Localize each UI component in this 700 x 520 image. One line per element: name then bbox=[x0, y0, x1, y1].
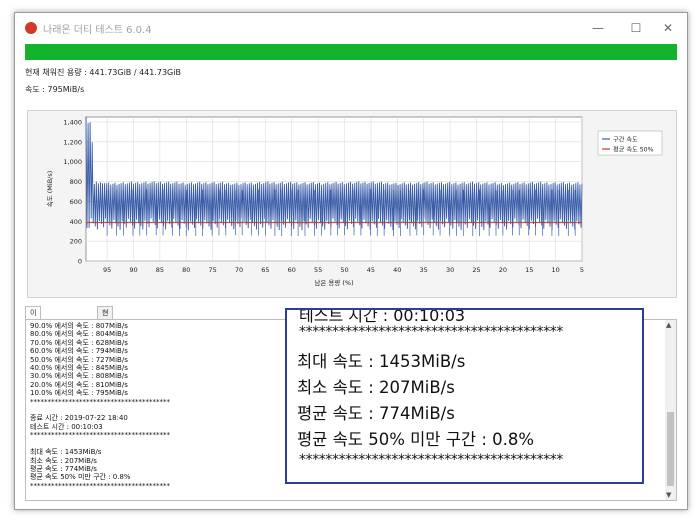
scroll-down-icon[interactable]: ▼ bbox=[666, 491, 671, 499]
scroll-thumb[interactable] bbox=[667, 412, 674, 486]
scroll-up-icon[interactable]: ▲ bbox=[666, 321, 671, 329]
log-line: 평균 속도 50% 미만 구간 : 0.8% bbox=[30, 473, 131, 482]
zoom-avg-speed: 평균 속도 : 774MiB/s bbox=[297, 404, 455, 423]
legend-label: 구간 속도 bbox=[613, 135, 638, 143]
x-tick-label: 5 bbox=[580, 266, 584, 274]
y-tick-label: 600 bbox=[70, 198, 82, 206]
y-tick-label: 800 bbox=[70, 178, 82, 186]
log-line: **************************************** bbox=[30, 431, 170, 440]
log-line: **************************************** bbox=[30, 397, 170, 406]
x-tick-label: 25 bbox=[472, 266, 480, 274]
log-line: 30.0% 에서의 속도 : 808MiB/s bbox=[30, 372, 128, 381]
y-tick-label: 0 bbox=[78, 258, 82, 266]
progress-fill bbox=[25, 44, 677, 60]
legend-label: 평균 속도 50% bbox=[613, 145, 654, 153]
x-tick-label: 50 bbox=[340, 266, 348, 274]
close-button[interactable]: ✕ bbox=[655, 17, 681, 39]
y-tick-label: 200 bbox=[70, 238, 82, 246]
x-tick-label: 70 bbox=[235, 266, 243, 274]
speed-chart-panel: 0 200 400 600 800 1,000 1,200 1,400 95 90 85 80 75 70… bbox=[27, 110, 677, 298]
log-line: 70.0% 에서의 속도 : 628MiB/s bbox=[30, 338, 128, 347]
x-tick-label: 80 bbox=[182, 266, 190, 274]
log-line: 20.0% 에서의 속도 : 810MiB/s bbox=[30, 380, 128, 389]
x-tick-label: 90 bbox=[129, 266, 137, 274]
y-tick-label: 400 bbox=[70, 218, 82, 226]
title-bar[interactable]: 나래온 더티 테스트 6.0.4 — ☐ ✕ bbox=[15, 13, 687, 43]
x-axis-label: 남은 용량 (%) bbox=[314, 278, 353, 287]
log-scrollbar[interactable]: ▲ ▼ bbox=[665, 320, 676, 500]
log-line: 10.0% 에서의 속도 : 795MiB/s bbox=[30, 389, 128, 398]
zoom-min-speed: 최소 속도 : 207MiB/s bbox=[297, 378, 455, 397]
log-line: 80.0% 에서의 속도 : 804MiB/s bbox=[30, 330, 128, 339]
zoomed-summary-overlay: 테스트 시간 : 00:10:03 **********************… bbox=[285, 308, 644, 484]
app-logo-icon bbox=[25, 22, 37, 34]
x-tick-label: 55 bbox=[314, 266, 322, 274]
x-tick-label: 40 bbox=[393, 266, 401, 274]
speed-chart: 0 200 400 600 800 1,000 1,200 1,400 95 90 85 80 75 70… bbox=[46, 116, 663, 287]
y-tick-label: 1,200 bbox=[63, 138, 82, 146]
x-tick-label: 60 bbox=[288, 266, 296, 274]
test-progress-bar bbox=[25, 44, 677, 60]
x-tick-label: 85 bbox=[156, 266, 164, 274]
log-line: **************************************** bbox=[30, 481, 170, 490]
x-tick-label: 65 bbox=[261, 266, 269, 274]
log-line: 최대 속도 : 1453MiB/s bbox=[30, 448, 102, 457]
capacity-status: 현재 채워진 용량 : 441.73GiB / 441.73GiB bbox=[25, 68, 181, 77]
x-tick-label: 15 bbox=[525, 266, 533, 274]
minimize-button[interactable]: — bbox=[585, 17, 611, 39]
zoom-separator-bottom: **************************************** bbox=[299, 452, 564, 468]
zoom-max-speed: 최대 속도 : 1453MiB/s bbox=[297, 352, 466, 371]
window-title: 나래온 더티 테스트 6.0.4 bbox=[43, 25, 152, 36]
zoom-below-half: 평균 속도 50% 미만 구간 : 0.8% bbox=[297, 430, 535, 449]
x-tick-label: 95 bbox=[103, 266, 111, 274]
x-tick-label: 75 bbox=[208, 266, 216, 274]
y-tick-label: 1,400 bbox=[63, 118, 82, 126]
y-axis-label: 속도 (MiB/s) bbox=[46, 171, 54, 208]
zoom-separator-top: **************************************** bbox=[299, 324, 564, 340]
y-tick-label: 1,000 bbox=[63, 158, 82, 166]
log-line: 테스트 시간 : 00:10:03 bbox=[30, 422, 103, 431]
log-line: 60.0% 에서의 속도 : 794MiB/s bbox=[30, 347, 128, 356]
log-line: 종료 시간 : 2019-07-22 18:40 bbox=[30, 414, 128, 423]
x-tick-label: 45 bbox=[367, 266, 375, 274]
x-tick-label: 35 bbox=[420, 266, 428, 274]
x-tick-label: 30 bbox=[446, 266, 454, 274]
log-line: 최소 속도 : 207MiB/s bbox=[30, 456, 97, 465]
maximize-button[interactable]: ☐ bbox=[623, 17, 649, 39]
log-text: 90.0% 에서의 속도 : 807MiB/s 80.0% 에서의 속도 : 80… bbox=[30, 322, 170, 490]
x-tick-label: 20 bbox=[499, 266, 507, 274]
log-line: 50.0% 에서의 속도 : 727MiB/s bbox=[30, 355, 128, 364]
x-tick-label: 10 bbox=[551, 266, 559, 274]
speed-status: 속도 : 795MiB/s bbox=[25, 85, 85, 94]
